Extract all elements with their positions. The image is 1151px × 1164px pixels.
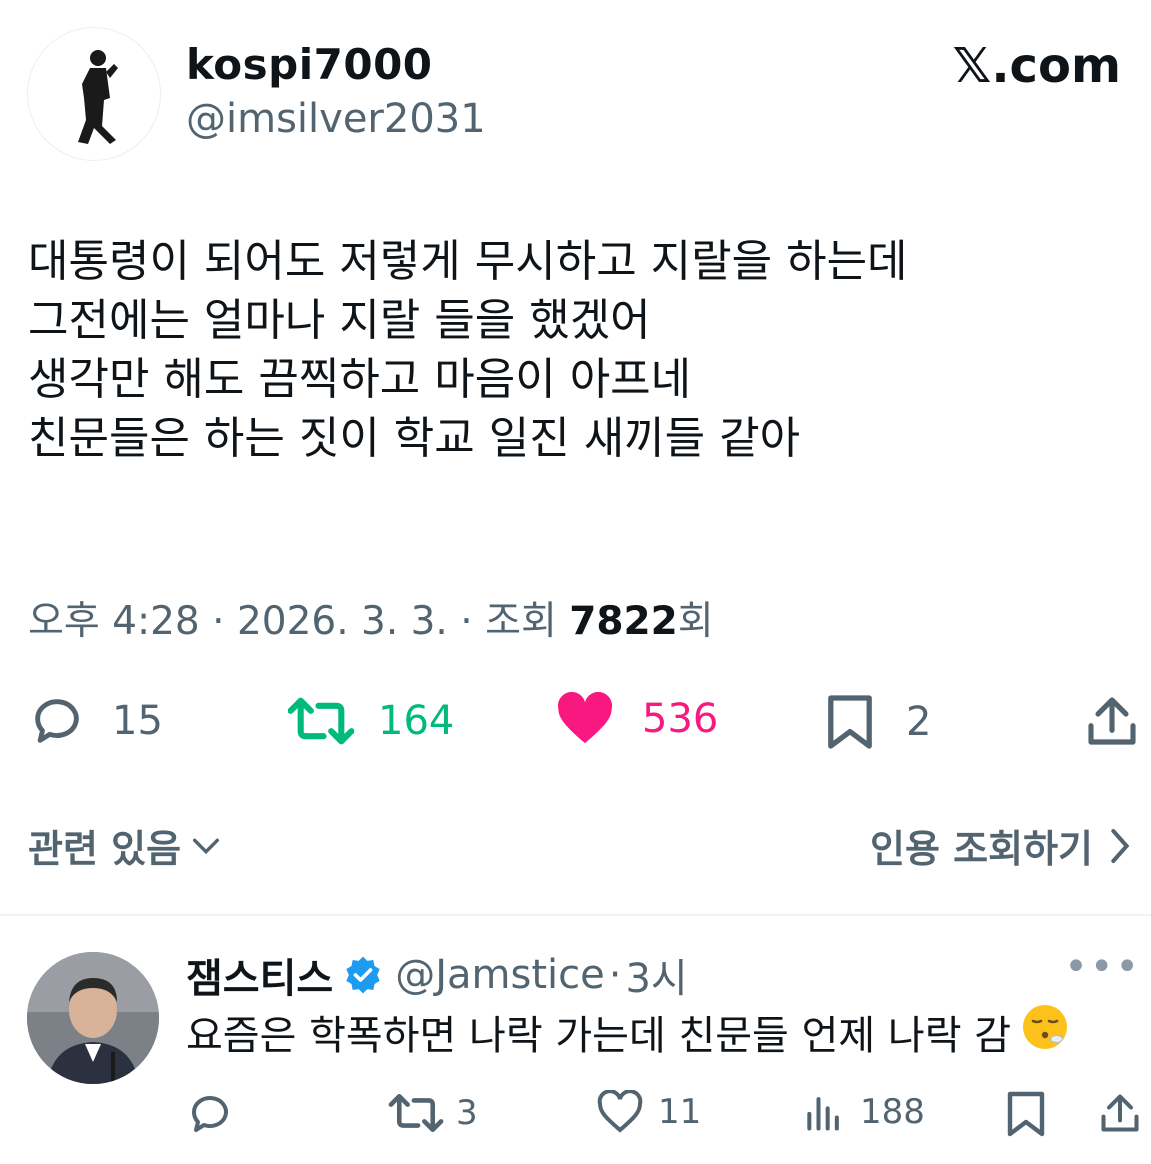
reply-button[interactable]: 15 bbox=[28, 692, 163, 750]
analytics-icon bbox=[807, 1097, 839, 1131]
tweet-text: 대통령이 되어도 저렇게 무시하고 지랄을 하는데 그전에는 얼마나 지랄 들을… bbox=[28, 232, 1118, 468]
tweet-date[interactable]: 2026. 3. 3. bbox=[237, 599, 448, 644]
tweet-time[interactable]: 오후 4:28 bbox=[28, 599, 200, 644]
quotes-label: 인용 조회하기 bbox=[870, 827, 1093, 871]
site-logo: 𝕏.com bbox=[952, 38, 1121, 94]
views-label: 조회 bbox=[485, 599, 557, 644]
retweet-count: 164 bbox=[378, 698, 455, 744]
reply-author-handle[interactable]: @Jamstice bbox=[395, 952, 605, 998]
reply-text: 요즘은 학폭하면 나락 가는데 친문들 언제 나락 감 bbox=[186, 1003, 1069, 1061]
reply-header: 잼스티스 @Jamstice · 3시 bbox=[186, 946, 688, 1004]
reply-share-button[interactable] bbox=[1098, 1090, 1142, 1136]
bookmark-icon bbox=[828, 695, 872, 749]
exhale-face-icon bbox=[1021, 1003, 1069, 1061]
share-icon bbox=[1101, 1094, 1139, 1132]
reply-time[interactable]: 3시 bbox=[625, 946, 687, 1004]
bookmark-count: 2 bbox=[906, 699, 932, 745]
like-button[interactable]: 536 bbox=[556, 692, 718, 746]
tweet-line: 그전에는 얼마나 지랄 들을 했겠어 bbox=[28, 295, 651, 346]
retweet-icon bbox=[288, 697, 354, 745]
reply-retweet-button[interactable]: 3 bbox=[388, 1090, 478, 1136]
view-quotes-link[interactable]: 인용 조회하기 bbox=[870, 818, 1133, 873]
views-count: 7822 bbox=[569, 599, 678, 644]
author-handle[interactable]: @imsilver2031 bbox=[186, 96, 486, 142]
divider bbox=[0, 914, 1151, 916]
related-label: 관련 있음 bbox=[28, 827, 182, 871]
reply-count: 15 bbox=[112, 698, 163, 744]
author-name[interactable]: kospi7000 bbox=[186, 40, 433, 89]
chevron-down-icon bbox=[193, 838, 220, 854]
reply-views-button[interactable]: 188 bbox=[802, 1090, 925, 1134]
reply-icon bbox=[192, 1096, 228, 1132]
heart-icon bbox=[557, 692, 613, 744]
retweet-icon bbox=[388, 1093, 444, 1133]
bookmark-icon bbox=[1007, 1091, 1045, 1137]
reply-bookmark-button[interactable] bbox=[1006, 1090, 1046, 1138]
heart-outline-icon bbox=[597, 1090, 643, 1133]
tweet-meta: 오후 4:28 · 2026. 3. 3. · 조회 7822회 bbox=[28, 599, 714, 644]
chevron-right-icon bbox=[1111, 828, 1130, 863]
related-dropdown[interactable]: 관련 있음 bbox=[28, 818, 223, 873]
reply-avatar[interactable] bbox=[27, 952, 159, 1084]
verified-icon bbox=[346, 956, 380, 994]
reply-author-name[interactable]: 잼스티스 bbox=[186, 946, 333, 1004]
bookmark-button[interactable]: 2 bbox=[826, 692, 931, 752]
author-avatar[interactable] bbox=[27, 27, 161, 161]
more-options-icon[interactable]: ••• bbox=[1064, 944, 1141, 990]
reply-icon bbox=[35, 699, 79, 743]
reply-like-button[interactable]: 11 bbox=[596, 1090, 701, 1134]
retweet-button[interactable]: 164 bbox=[288, 692, 454, 750]
views-suffix: 회 bbox=[677, 599, 714, 644]
tweet-line: 친문들은 하는 짓이 학교 일진 새끼들 같아 bbox=[28, 413, 801, 464]
share-icon bbox=[1088, 697, 1136, 745]
like-count: 536 bbox=[642, 696, 719, 742]
tweet-line: 대통령이 되어도 저렇게 무시하고 지랄을 하는데 bbox=[28, 236, 908, 287]
reply-reply-button[interactable] bbox=[186, 1090, 234, 1138]
share-button[interactable] bbox=[1084, 692, 1140, 750]
tweet-line: 생각만 해도 끔찍하고 마음이 아프네 bbox=[28, 354, 692, 405]
